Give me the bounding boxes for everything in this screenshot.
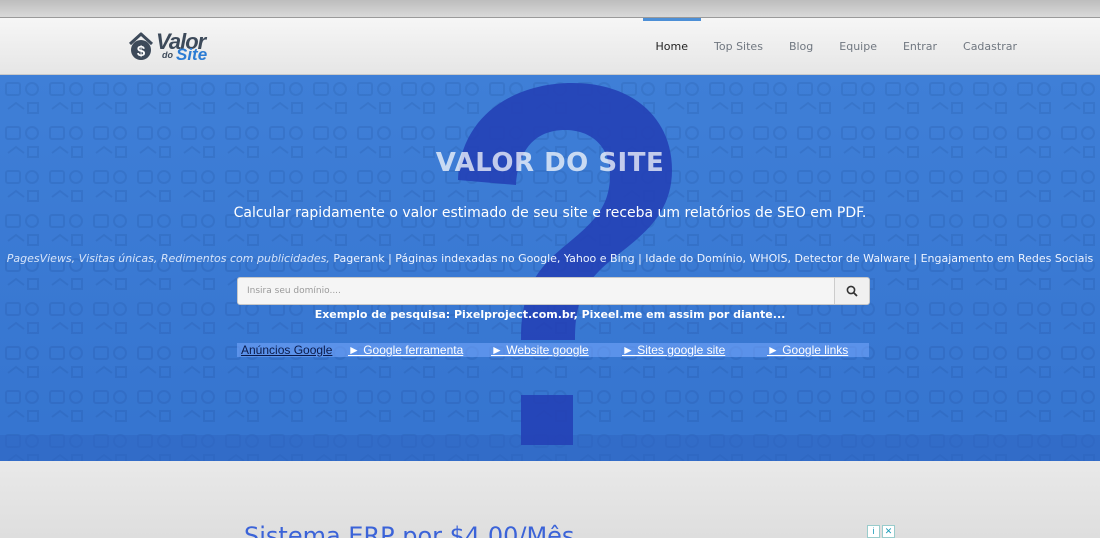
main-nav: Home Top Sites Blog Equipe Entrar Cadast… [642,18,1030,75]
ad-link-website-google[interactable]: ► Website google [491,343,622,357]
hero-bottom-band [0,435,1100,461]
ads-title[interactable]: Anúncios Google [241,343,348,357]
adchoices-info-icon[interactable]: i [867,525,880,538]
domain-search-input[interactable] [238,278,834,304]
nav-top-sites[interactable]: Top Sites [701,18,776,75]
adchoices[interactable]: i ✕ [867,525,897,538]
hero-subtitle: Calcular rapidamente o valor estimado de… [233,205,867,221]
google-ads-bar: Anúncios Google ► Google ferramenta ► We… [237,343,869,357]
nav-entrar[interactable]: Entrar [890,18,950,75]
ad-link-sites-google-site[interactable]: ► Sites google site [622,343,767,357]
logo-site: Site [176,45,208,64]
ad-link-google-ferramenta[interactable]: ► Google ferramenta [348,343,491,357]
search-icon [846,285,858,297]
search-example: Exemplo de pesquisa: Pixelproject.com.br… [314,308,786,321]
feature-list-italic: PagesViews, Visitas únicas, Redimentos c… [6,252,330,265]
nav-cadastrar[interactable]: Cadastrar [950,18,1030,75]
ad-banner-text[interactable]: Sistema ERP por $4,00/Mês [244,522,574,538]
background-pattern [0,75,1100,461]
feature-list: PagesViews, Visitas únicas, Redimentos c… [0,252,1100,265]
nav-equipe[interactable]: Equipe [826,18,890,75]
dollar-house-icon: $ [128,32,154,62]
nav-blog[interactable]: Blog [776,18,826,75]
adchoices-close-icon[interactable]: ✕ [882,525,895,538]
browser-top-strip [0,0,1100,18]
hero-section: VALOR DO SITE Calcular rapidamente o val… [0,75,1100,461]
navbar: $ Valor do Site Home Top Sites Blog Equi… [0,18,1100,75]
feature-list-rest: Pagerank | Páginas indexadas no Google, … [329,252,1094,265]
search-button[interactable] [834,278,869,304]
hero-title: VALOR DO SITE [435,148,665,178]
content-area: Sistema ERP por $4,00/Mês i ✕ [0,461,1100,538]
svg-text:$: $ [137,43,146,60]
site-logo[interactable]: $ Valor do Site [128,29,246,64]
logo-do: do [162,50,173,60]
ad-link-google-links[interactable]: ► Google links [767,343,848,357]
nav-home[interactable]: Home [642,18,702,75]
domain-search [237,277,870,305]
